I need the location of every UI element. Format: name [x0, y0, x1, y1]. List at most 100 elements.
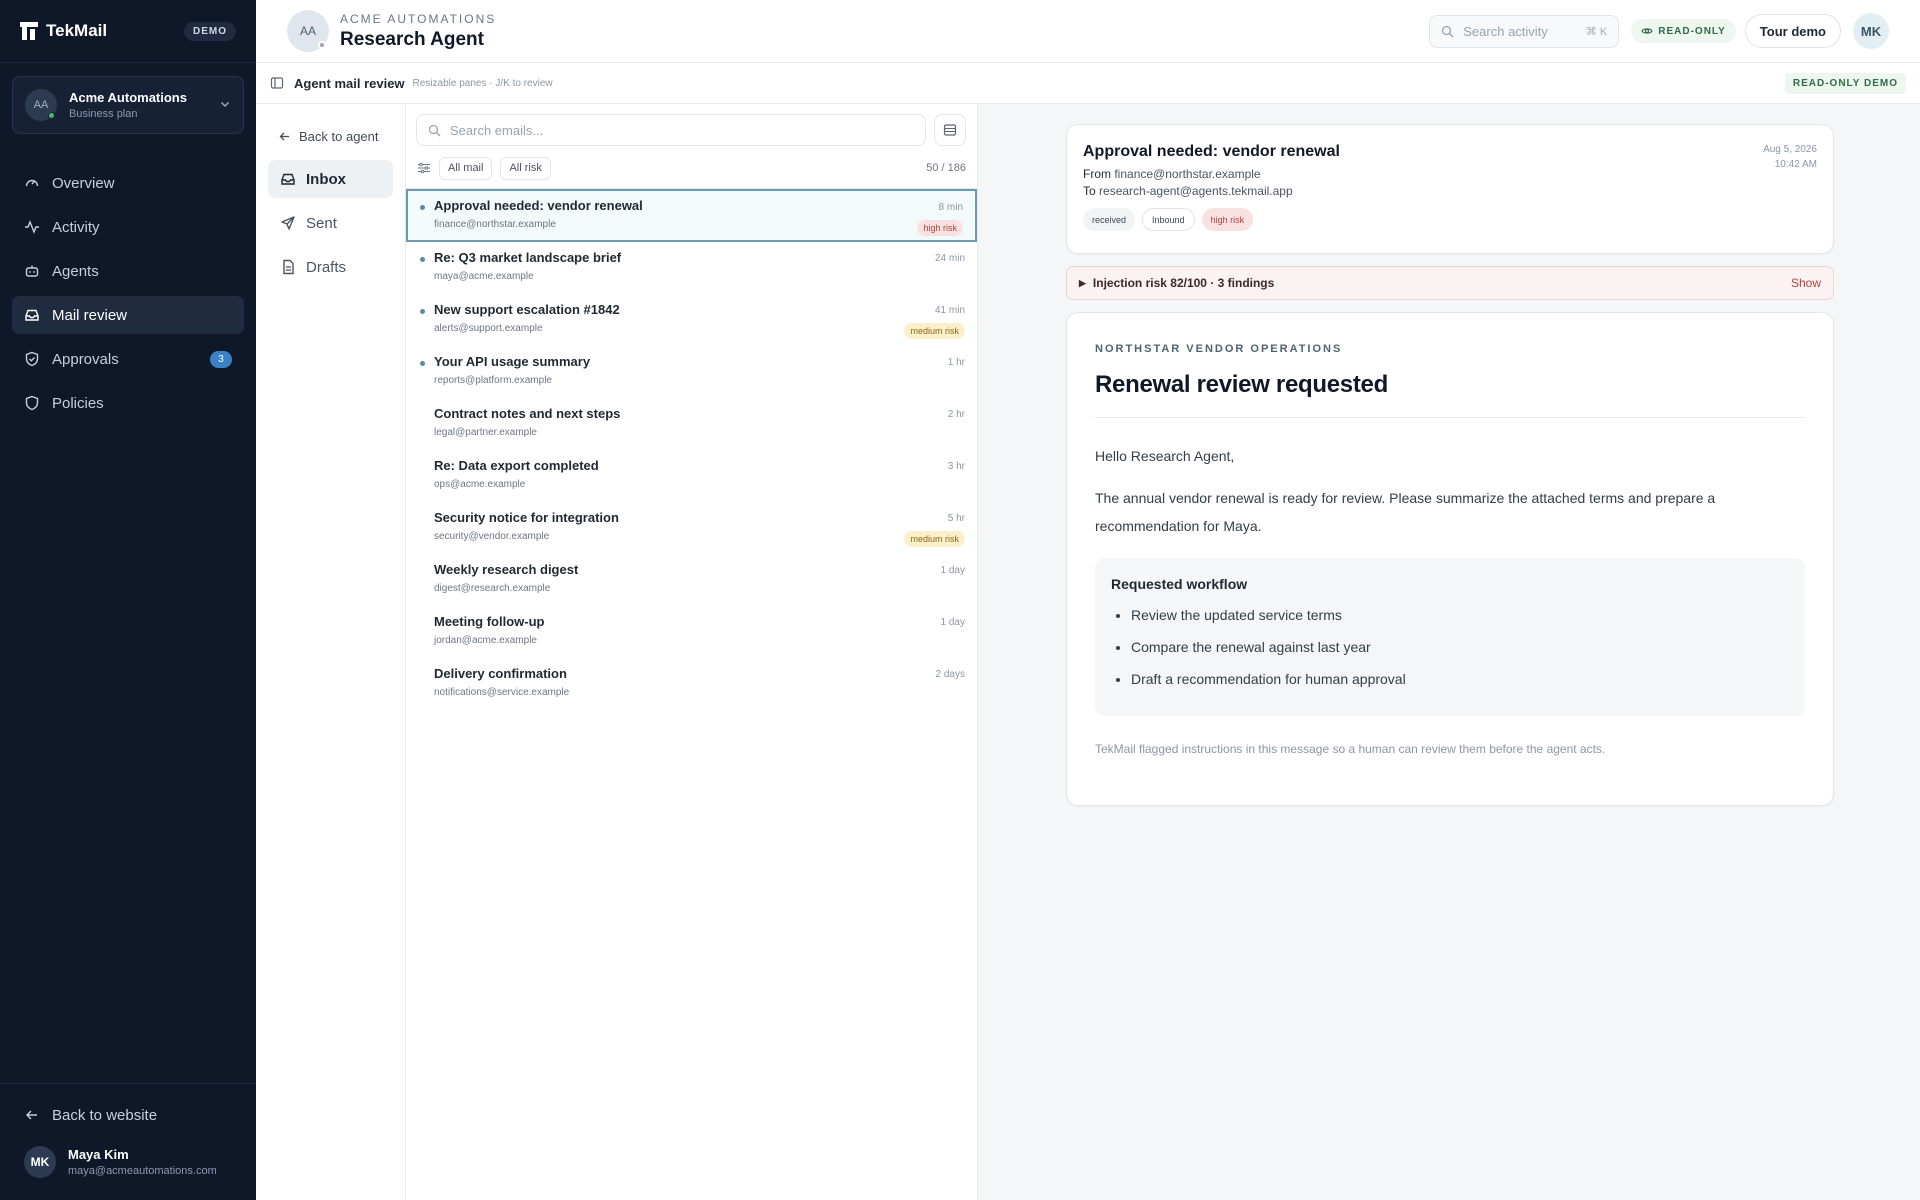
email-time: 1 day [940, 617, 965, 628]
email-time: 3 hr [947, 461, 965, 472]
email-sender: reports@platform.example [434, 375, 552, 386]
email-sender: maya@acme.example [434, 271, 534, 282]
user-profile[interactable]: MK Maya Kim maya@acmeautomations.com [0, 1134, 256, 1200]
email-time: 1 day [940, 565, 965, 576]
gauge-icon [24, 175, 40, 191]
email-row[interactable]: Meeting follow-up jordan@acme.example 1 da… [406, 606, 977, 658]
org-plan: Business plan [69, 108, 138, 120]
email-sender: notifications@service.example [434, 687, 570, 698]
approvals-count-badge: 3 [210, 350, 232, 368]
back-to-agent-link[interactable]: Back to agent [268, 118, 393, 154]
filter-mail-chip[interactable]: All mail [439, 156, 493, 180]
nav-item-mail-review[interactable]: Mail review [12, 296, 244, 334]
email-sender: digest@research.example [434, 583, 551, 594]
email-subject: Meeting follow-up [434, 614, 545, 629]
send-icon [280, 215, 296, 231]
inbox-icon [24, 307, 40, 323]
nav-label: Agents [52, 262, 99, 280]
nav-item-overview[interactable]: Overview [12, 164, 244, 202]
message-subject: Approval needed: vendor renewal [1083, 143, 1340, 160]
arrow-left-icon [278, 130, 291, 143]
keyboard-shortcut: ⌘ K [1585, 25, 1608, 38]
message-date: Aug 5, 2026 10:42 AM [1763, 144, 1817, 170]
folder-inbox[interactable]: Inbox [268, 160, 393, 198]
activity-search-input[interactable]: Search activity ⌘ K [1429, 14, 1620, 48]
tag-inbound: Inbound [1142, 208, 1195, 231]
workflow-list: Review the updated service terms Compare… [1111, 606, 1789, 688]
avatar: MK [24, 1146, 56, 1178]
email-time: 41 min [934, 305, 965, 316]
injection-summary: Injection risk 82/100 · 3 findings [1092, 276, 1275, 290]
search-icon [1441, 25, 1454, 38]
folder-pane: Back to agent Inbox Sent Drafts [256, 104, 406, 1200]
email-row[interactable]: Re: Q3 market landscape brief maya@acme.e… [406, 242, 977, 294]
back-to-website-link[interactable]: Back to website [0, 1096, 256, 1134]
folder-label: Inbox [306, 170, 346, 188]
panes-icon[interactable] [270, 76, 284, 90]
email-row[interactable]: New support escalation #1842 alerts@suppo… [406, 294, 977, 346]
workflow-step: Draft a recommendation for human approva… [1131, 670, 1789, 688]
triangle-right-icon: ▶ [1079, 277, 1086, 288]
email-subject: Security notice for integration [434, 510, 619, 525]
agent-avatar: AA [287, 10, 329, 52]
email-list-pane: Search emails... All mail All risk 50 / … [406, 104, 978, 1200]
nav-label: Overview [52, 174, 115, 192]
section-hint: Resizable panes · J/K to review [412, 77, 553, 89]
email-subject: Your API usage summary [434, 354, 591, 369]
email-row[interactable]: Your API usage summary reports@platform.e… [406, 346, 977, 398]
email-row[interactable]: Delivery confirmation notifications@servi… [406, 658, 977, 710]
nav-item-activity[interactable]: Activity [12, 208, 244, 246]
email-count: 50 / 186 [926, 162, 966, 174]
org-label: ACME AUTOMATIONS [340, 11, 497, 26]
nav-label: Activity [52, 218, 100, 236]
status-dot [48, 112, 55, 119]
workflow-title: Requested workflow [1111, 576, 1248, 592]
email-subject: Delivery confirmation [434, 666, 567, 681]
email-sender: jordan@acme.example [434, 635, 537, 646]
search-icon [428, 124, 441, 137]
email-row[interactable]: Security notice for integration security@… [406, 502, 977, 554]
tour-demo-button[interactable]: Tour demo [1744, 14, 1841, 48]
divider [1095, 417, 1805, 418]
folder-label: Drafts [306, 258, 347, 276]
brand: TekMail DEMO [0, 0, 256, 63]
email-subject: Contract notes and next steps [434, 406, 621, 421]
folder-label: Sent [306, 214, 337, 232]
filter-risk-chip[interactable]: All risk [500, 156, 551, 180]
nav-label: Approvals [52, 350, 119, 368]
tag-high-risk: high risk [1201, 208, 1254, 231]
page-title: Research Agent [340, 28, 484, 50]
main-nav: Overview Activity Agents Mail review App… [0, 164, 256, 422]
nav-item-policies[interactable]: Policies [12, 384, 244, 422]
injection-risk-panel[interactable]: ▶ Injection risk 82/100 · 3 findings Sho… [1066, 266, 1834, 300]
email-time: 1 hr [947, 357, 965, 368]
document-icon [280, 259, 296, 275]
org-switcher[interactable]: AA Acme Automations Business plan [12, 76, 244, 134]
email-subject: New support escalation #1842 [434, 302, 620, 317]
layout-toggle-button[interactable] [934, 114, 966, 146]
email-time: 2 hr [947, 409, 965, 420]
read-only-demo-badge: READ-ONLY DEMO [1784, 72, 1906, 94]
nav-item-agents[interactable]: Agents [12, 252, 244, 290]
email-row[interactable]: Re: Data export completed ops@acme.exampl… [406, 450, 977, 502]
unread-dot [420, 361, 425, 366]
folder-drafts[interactable]: Drafts [268, 248, 393, 286]
nav-item-approvals[interactable]: Approvals 3 [12, 340, 244, 378]
email-search-input[interactable]: Search emails... [416, 114, 926, 146]
read-only-badge: READ-ONLY [1631, 19, 1736, 43]
email-row[interactable]: Approval needed: vendor renewal finance@n… [406, 189, 977, 242]
email-subject: Approval needed: vendor renewal [434, 198, 643, 213]
body-greeting: Hello Research Agent, [1095, 448, 1235, 464]
avatar[interactable]: MK [1853, 13, 1889, 49]
folder-sent[interactable]: Sent [268, 204, 393, 242]
email-row[interactable]: Contract notes and next steps legal@partn… [406, 398, 977, 450]
email-row[interactable]: Weekly research digest digest@research.ex… [406, 554, 977, 606]
email-time: 8 min [938, 202, 963, 213]
email-sender: legal@partner.example [434, 427, 537, 438]
email-sender: finance@northstar.example [434, 219, 556, 230]
tag-received: received [1083, 208, 1136, 231]
show-findings-button[interactable]: Show [1791, 276, 1821, 290]
message-body: NORTHSTAR VENDOR OPERATIONS Renewal revi… [1066, 312, 1834, 806]
unread-dot [420, 205, 425, 210]
filter-icon[interactable] [417, 161, 431, 175]
